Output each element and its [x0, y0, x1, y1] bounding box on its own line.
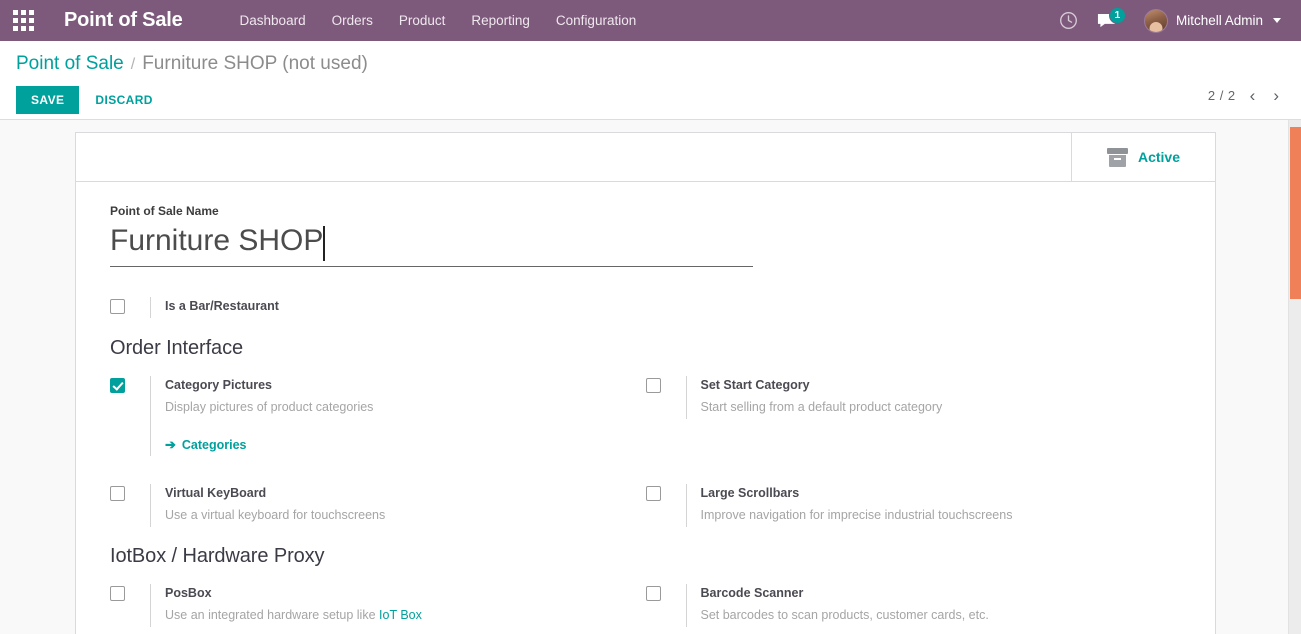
control-panel: Point of Sale / Furniture SHOP (not used…	[0, 41, 1301, 120]
menu-item-orders[interactable]: Orders	[319, 2, 386, 39]
pos-name-input[interactable]	[110, 222, 753, 267]
menu-item-configuration[interactable]: Configuration	[543, 2, 649, 39]
apps-grid-icon	[12, 10, 34, 31]
virtual-keyboard-checkbox[interactable]	[110, 486, 125, 502]
breadcrumb: Point of Sale / Furniture SHOP (not used…	[16, 49, 1285, 76]
virtual-keyboard-desc: Use a virtual keyboard for touchscreens	[165, 508, 386, 522]
set-start-category-text: Set Start Category Start selling from a …	[685, 376, 1182, 419]
messaging-menu-button[interactable]: 1	[1090, 4, 1126, 38]
menu-item-product[interactable]: Product	[386, 2, 459, 39]
category-pictures-checkbox-cell	[110, 376, 150, 398]
form-fields: Point of Sale Name Is a Bar/Restaurant	[76, 182, 1215, 634]
option-category-pictures: Category Pictures Display pictures of pr…	[110, 376, 646, 457]
categories-link[interactable]: ➔ Categories	[165, 438, 247, 452]
set-start-category-title: Set Start Category	[700, 378, 810, 392]
category-pictures-title: Category Pictures	[165, 378, 272, 392]
top-navbar: Point of Sale Dashboard Orders Product R…	[0, 0, 1301, 41]
pager-next-button[interactable]: ›	[1269, 85, 1283, 106]
option-row-category-start: Category Pictures Display pictures of pr…	[110, 376, 1182, 457]
category-pictures-text: Category Pictures Display pictures of pr…	[150, 376, 646, 457]
barcode-scanner-checkbox[interactable]	[645, 586, 661, 601]
set-start-category-checkbox[interactable]	[645, 378, 661, 393]
main-menu-bar: Dashboard Orders Product Reporting Confi…	[227, 2, 650, 39]
option-row-keyboard-scrollbars: Virtual KeyBoard Use a virtual keyboard …	[110, 484, 1181, 527]
posbox-text: PosBox Use an integrated hardware setup …	[150, 584, 646, 627]
barcode-scanner-title: Barcode Scanner	[700, 586, 804, 600]
chevron-down-icon	[1273, 18, 1281, 23]
option-set-start-category: Set Start Category Start selling from a …	[645, 376, 1182, 419]
virtual-keyboard-checkbox-cell	[110, 484, 150, 506]
form-sheet: Active Point of Sale Name Is a Bar/Resta…	[75, 132, 1216, 634]
avatar	[1143, 8, 1168, 33]
menu-item-dashboard[interactable]: Dashboard	[227, 2, 319, 39]
categories-link-label: Categories	[181, 437, 247, 452]
section-heading-order-interface: Order Interface	[110, 337, 244, 359]
virtual-keyboard-text: Virtual KeyBoard Use a virtual keyboard …	[150, 484, 646, 527]
large-scrollbars-desc: Improve navigation for imprecise industr…	[700, 508, 1013, 522]
record-pager: 2 / 2 ‹ ›	[1208, 85, 1283, 106]
posbox-desc: Use an integrated hardware setup like Io…	[165, 605, 646, 625]
option-posbox: PosBox Use an integrated hardware setup …	[110, 584, 646, 627]
option-large-scrollbars: Large Scrollbars Improve navigation for …	[645, 484, 1182, 527]
section-heading-iotbox: IotBox / Hardware Proxy	[110, 545, 325, 567]
discard-button[interactable]: DISCARD	[83, 86, 164, 114]
messaging-counter-badge: 1	[1108, 6, 1126, 24]
barcode-scanner-checkbox-cell	[645, 584, 686, 606]
navbar-right-tools: 1 Mitchell Admin	[1052, 4, 1287, 38]
option-virtual-keyboard: Virtual KeyBoard Use a virtual keyboard …	[110, 484, 646, 527]
pos-name-field-wrapper	[110, 222, 753, 267]
stat-button-box: Active	[76, 133, 1215, 182]
archive-toggle-label: Active	[1137, 149, 1181, 165]
posbox-checkbox[interactable]	[110, 586, 125, 601]
large-scrollbars-text: Large Scrollbars Improve navigation for …	[685, 484, 1182, 527]
activity-menu-button[interactable]	[1052, 4, 1086, 38]
record-action-buttons: SAVE DISCARD	[16, 85, 1285, 114]
bar-restaurant-text: Is a Bar/Restaurant	[150, 297, 663, 318]
barcode-scanner-text: Barcode Scanner Set barcodes to scan pro…	[685, 584, 1182, 627]
barcode-scanner-desc: Set barcodes to scan products, customer …	[700, 607, 989, 622]
posbox-checkbox-cell	[110, 584, 150, 606]
app-brand-title[interactable]: Point of Sale	[64, 9, 183, 32]
breadcrumb-item-current: Furniture SHOP (not used)	[142, 53, 368, 74]
arrow-right-icon: ➔	[165, 437, 176, 453]
text-cursor	[323, 226, 325, 261]
option-row-bar-restaurant: Is a Bar/Restaurant	[110, 297, 1181, 319]
page-scrollbar-track[interactable]	[1288, 120, 1301, 634]
iot-box-link[interactable]: IoT Box	[379, 608, 422, 622]
bar-restaurant-title: Is a Bar/Restaurant	[165, 299, 279, 313]
bar-restaurant-checkbox[interactable]	[110, 299, 125, 314]
user-menu-toggle[interactable]: Mitchell Admin	[1136, 5, 1287, 37]
apps-menu-toggle[interactable]	[0, 0, 46, 41]
large-scrollbars-title: Large Scrollbars	[700, 486, 800, 501]
category-pictures-desc: Display pictures of product categories	[165, 399, 374, 414]
bar-restaurant-checkbox-cell	[110, 297, 150, 319]
category-pictures-checkbox[interactable]	[110, 378, 125, 393]
user-menu-label: Mitchell Admin	[1175, 13, 1263, 28]
set-start-category-checkbox-cell	[645, 376, 686, 398]
form-view-content: Active Point of Sale Name Is a Bar/Resta…	[0, 120, 1301, 634]
posbox-desc-prefix: Use an integrated hardware setup like	[165, 607, 380, 622]
set-start-category-desc: Start selling from a default product cat…	[700, 399, 943, 414]
pager-previous-button[interactable]: ‹	[1246, 85, 1260, 106]
large-scrollbars-checkbox[interactable]	[645, 486, 661, 502]
option-barcode-scanner: Barcode Scanner Set barcodes to scan pro…	[645, 584, 1182, 627]
clock-icon	[1060, 12, 1078, 29]
large-scrollbars-checkbox-cell	[645, 484, 686, 506]
option-row-posbox-barcode: PosBox Use an integrated hardware setup …	[110, 584, 1181, 627]
posbox-title: PosBox	[165, 586, 212, 600]
page-scrollbar-thumb[interactable]	[1290, 127, 1301, 299]
pager-counter: 2 / 2	[1207, 88, 1236, 103]
breadcrumb-separator: /	[130, 56, 136, 73]
save-button[interactable]: SAVE	[16, 85, 80, 114]
pos-name-label: Point of Sale Name	[110, 204, 219, 218]
option-bar-restaurant: Is a Bar/Restaurant	[110, 297, 663, 319]
menu-item-reporting[interactable]: Reporting	[458, 2, 543, 39]
archive-toggle-button[interactable]: Active	[1071, 133, 1215, 181]
virtual-keyboard-title: Virtual KeyBoard	[165, 486, 267, 501]
archive-box-icon	[1106, 147, 1128, 167]
breadcrumb-item-root[interactable]: Point of Sale	[16, 53, 124, 76]
